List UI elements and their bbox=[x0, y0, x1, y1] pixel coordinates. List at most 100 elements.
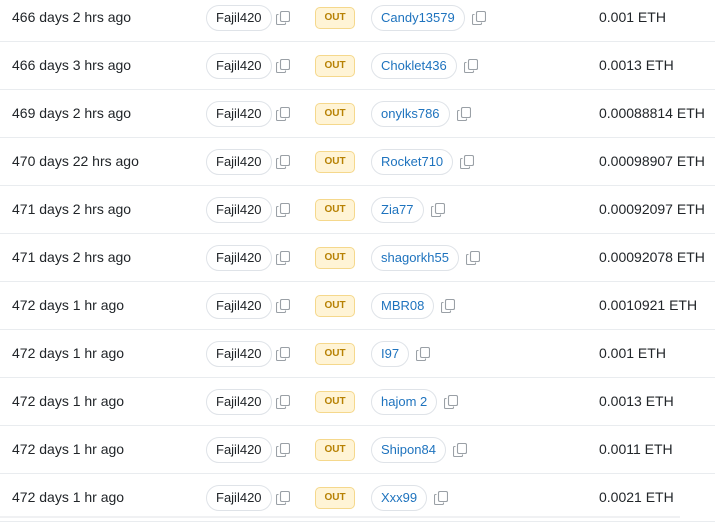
table-row: 472 days 1 hr ago Fajil420 OUT MBR08 0.0… bbox=[0, 282, 715, 330]
to-address-group: Candy13579 bbox=[371, 5, 486, 31]
copy-icon[interactable] bbox=[276, 251, 290, 265]
from-address-pill[interactable]: Fajil420 bbox=[206, 341, 272, 367]
from-address-pill[interactable]: Fajil420 bbox=[206, 101, 272, 127]
copy-icon[interactable] bbox=[276, 59, 290, 73]
to-address-link[interactable]: MBR08 bbox=[371, 293, 435, 319]
copy-icon[interactable] bbox=[434, 490, 449, 505]
transactions-table: 466 days 2 hrs ago Fajil420 OUT Candy135… bbox=[0, 0, 715, 522]
transaction-age: 472 days 1 hr ago bbox=[12, 345, 125, 361]
copy-icon[interactable] bbox=[276, 11, 290, 25]
table-bottom-edge bbox=[0, 516, 680, 518]
to-address-link[interactable]: Rocket710 bbox=[371, 149, 454, 175]
table-row: 466 days 3 hrs ago Fajil420 OUT Choklet4… bbox=[0, 42, 715, 90]
from-address-pill[interactable]: Fajil420 bbox=[206, 5, 272, 31]
direction-badge: OUT bbox=[315, 439, 355, 461]
direction-badge: OUT bbox=[315, 151, 355, 173]
copy-icon[interactable] bbox=[441, 298, 456, 313]
transaction-amount: 0.0011 ETH bbox=[599, 441, 673, 457]
to-address-link[interactable]: shagorkh55 bbox=[371, 245, 459, 271]
to-address-link[interactable]: I97 bbox=[371, 341, 410, 367]
table-row: 470 days 22 hrs ago Fajil420 OUT Rocket7… bbox=[0, 138, 715, 186]
transaction-amount: 0.00098907 ETH bbox=[599, 153, 705, 169]
transaction-amount: 0.0021 ETH bbox=[599, 489, 674, 505]
table-row: 472 days 1 hr ago Fajil420 OUT Shipon84 … bbox=[0, 426, 715, 474]
to-address-link[interactable]: Shipon84 bbox=[371, 437, 446, 463]
to-address-group: hajom 2 bbox=[371, 389, 459, 415]
copy-icon[interactable] bbox=[276, 299, 290, 313]
copy-icon[interactable] bbox=[444, 394, 459, 409]
from-address-pill[interactable]: Fajil420 bbox=[206, 437, 272, 463]
transaction-amount: 0.0013 ETH bbox=[599, 57, 674, 73]
from-address-pill[interactable]: Fajil420 bbox=[206, 389, 272, 415]
from-address-pill[interactable]: Fajil420 bbox=[206, 197, 272, 223]
transaction-amount: 0.00092097 ETH bbox=[599, 201, 705, 217]
copy-icon[interactable] bbox=[430, 202, 445, 217]
copy-icon[interactable] bbox=[452, 442, 467, 457]
table-row: 466 days 2 hrs ago Fajil420 OUT Candy135… bbox=[0, 0, 715, 42]
transaction-age: 471 days 2 hrs ago bbox=[12, 249, 132, 265]
transaction-amount: 0.0010921 ETH bbox=[599, 297, 698, 313]
to-address-group: Zia77 bbox=[371, 197, 445, 223]
direction-badge: OUT bbox=[315, 247, 355, 269]
direction-badge: OUT bbox=[315, 391, 355, 413]
copy-icon[interactable] bbox=[276, 107, 290, 121]
to-address-group: Choklet436 bbox=[371, 53, 478, 79]
direction-badge: OUT bbox=[315, 343, 355, 365]
to-address-link[interactable]: Candy13579 bbox=[371, 5, 465, 31]
copy-icon[interactable] bbox=[456, 106, 471, 121]
copy-icon[interactable] bbox=[416, 346, 431, 361]
to-address-link[interactable]: Choklet436 bbox=[371, 53, 457, 79]
copy-icon[interactable] bbox=[460, 154, 475, 169]
transaction-age: 472 days 1 hr ago bbox=[12, 297, 125, 313]
to-address-link[interactable]: hajom 2 bbox=[371, 389, 438, 415]
from-address-pill[interactable]: Fajil420 bbox=[206, 293, 272, 319]
copy-icon[interactable] bbox=[276, 347, 290, 361]
copy-icon[interactable] bbox=[276, 155, 290, 169]
copy-icon[interactable] bbox=[276, 491, 290, 505]
table-row: 472 days 1 hr ago Fajil420 OUT hajom 2 0… bbox=[0, 378, 715, 426]
to-address-link[interactable]: onylks786 bbox=[371, 101, 450, 127]
transaction-age: 469 days 2 hrs ago bbox=[12, 105, 132, 121]
table-row: 471 days 2 hrs ago Fajil420 OUT Zia77 0.… bbox=[0, 186, 715, 234]
transaction-age: 472 days 1 hr ago bbox=[12, 489, 125, 505]
to-address-link[interactable]: Xxx99 bbox=[371, 485, 428, 511]
transaction-age: 472 days 1 hr ago bbox=[12, 393, 125, 409]
transaction-age: 472 days 1 hr ago bbox=[12, 441, 125, 457]
transaction-amount: 0.0013 ETH bbox=[599, 393, 674, 409]
direction-badge: OUT bbox=[315, 199, 355, 221]
to-address-link[interactable]: Zia77 bbox=[371, 197, 424, 223]
to-address-group: Shipon84 bbox=[371, 437, 467, 463]
transaction-amount: 0.00088814 ETH bbox=[599, 105, 705, 121]
from-address-pill[interactable]: Fajil420 bbox=[206, 245, 272, 271]
transaction-amount: 0.001 ETH bbox=[599, 345, 666, 361]
direction-badge: OUT bbox=[315, 55, 355, 77]
table-row: 472 days 1 hr ago Fajil420 OUT I97 0.001… bbox=[0, 330, 715, 378]
direction-badge: OUT bbox=[315, 7, 355, 29]
copy-icon[interactable] bbox=[471, 10, 486, 25]
transaction-age: 466 days 3 hrs ago bbox=[12, 57, 132, 73]
table-row: 471 days 2 hrs ago Fajil420 OUT shagorkh… bbox=[0, 234, 715, 282]
to-address-group: Xxx99 bbox=[371, 485, 449, 511]
to-address-group: shagorkh55 bbox=[371, 245, 480, 271]
to-address-group: I97 bbox=[371, 341, 431, 367]
direction-badge: OUT bbox=[315, 487, 355, 509]
to-address-group: MBR08 bbox=[371, 293, 456, 319]
copy-icon[interactable] bbox=[463, 58, 478, 73]
copy-icon[interactable] bbox=[465, 250, 480, 265]
from-address-pill[interactable]: Fajil420 bbox=[206, 53, 272, 79]
to-address-group: onylks786 bbox=[371, 101, 471, 127]
transaction-amount: 0.001 ETH bbox=[599, 9, 666, 25]
copy-icon[interactable] bbox=[276, 443, 290, 457]
from-address-pill[interactable]: Fajil420 bbox=[206, 149, 272, 175]
transaction-amount: 0.00092078 ETH bbox=[599, 249, 705, 265]
table-row: 472 days 1 hr ago Fajil420 OUT Xxx99 0.0… bbox=[0, 474, 715, 522]
from-address-pill[interactable]: Fajil420 bbox=[206, 485, 272, 511]
to-address-group: Rocket710 bbox=[371, 149, 475, 175]
copy-icon[interactable] bbox=[276, 395, 290, 409]
direction-badge: OUT bbox=[315, 295, 355, 317]
transaction-age: 470 days 22 hrs ago bbox=[12, 153, 139, 169]
transaction-age: 466 days 2 hrs ago bbox=[12, 9, 132, 25]
transaction-age: 471 days 2 hrs ago bbox=[12, 201, 132, 217]
direction-badge: OUT bbox=[315, 103, 355, 125]
copy-icon[interactable] bbox=[276, 203, 290, 217]
